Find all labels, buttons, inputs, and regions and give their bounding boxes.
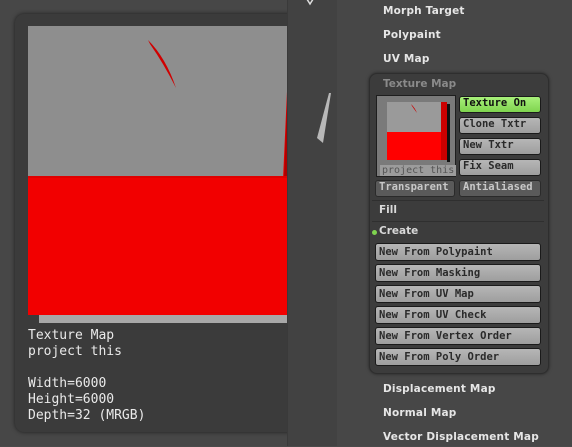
zbrush-ui: Texture Map project this Width=6000 Heig… [0, 0, 572, 446]
info-depth: Depth=32 (MRGB) [28, 408, 146, 423]
menu-polypaint[interactable]: Polypaint [383, 29, 441, 45]
menu-displacement-map[interactable]: Displacement Map [383, 383, 496, 399]
info-height: Height=6000 [28, 392, 115, 407]
create-expanded-indicator [372, 230, 377, 235]
fix-seam-button[interactable]: Fix Seam [459, 159, 541, 176]
center-strip [287, 0, 338, 446]
menu-vector-displacement-map[interactable]: Vector Displacement Map [383, 431, 539, 447]
new-from-poly-order-button[interactable]: New From Poly Order [375, 348, 541, 366]
texture-on-button[interactable]: Texture On [459, 96, 541, 113]
antialiased-toggle[interactable]: Antialiased [459, 180, 541, 197]
new-from-masking-button[interactable]: New From Masking [375, 264, 541, 282]
canvas-edge-shape [317, 93, 331, 143]
new-from-uv-check-button[interactable]: New From UV Check [375, 306, 541, 324]
create-label[interactable]: Create [379, 225, 418, 237]
texture-map-header[interactable]: Texture Map [383, 78, 456, 90]
new-from-polypaint-button[interactable]: New From Polypaint [375, 243, 541, 261]
transparent-toggle[interactable]: Transparent [375, 180, 455, 197]
info-title: Texture Map [28, 328, 115, 343]
fill-label[interactable]: Fill [379, 204, 397, 216]
texture-preview-image [28, 26, 317, 323]
new-txtr-button[interactable]: New Txtr [459, 138, 541, 155]
clone-txtr-button[interactable]: Clone Txtr [459, 117, 541, 134]
separator [372, 221, 544, 222]
new-from-vertex-order-button[interactable]: New From Vertex Order [375, 327, 541, 345]
cursor-icon [306, 0, 314, 6]
menu-normal-map[interactable]: Normal Map [383, 407, 457, 423]
info-name: project this [28, 344, 122, 359]
texture-info: Texture Map project this Width=6000 Heig… [28, 328, 328, 424]
separator [372, 200, 544, 201]
thumbnail-caption: project this [380, 165, 457, 176]
texture-thumbnail-image [377, 96, 455, 176]
info-width: Width=6000 [28, 376, 107, 391]
new-from-uv-map-button[interactable]: New From UV Map [375, 285, 541, 303]
menu-uv-map[interactable]: UV Map [383, 53, 430, 69]
menu-morph-target[interactable]: Morph Target [383, 5, 465, 21]
